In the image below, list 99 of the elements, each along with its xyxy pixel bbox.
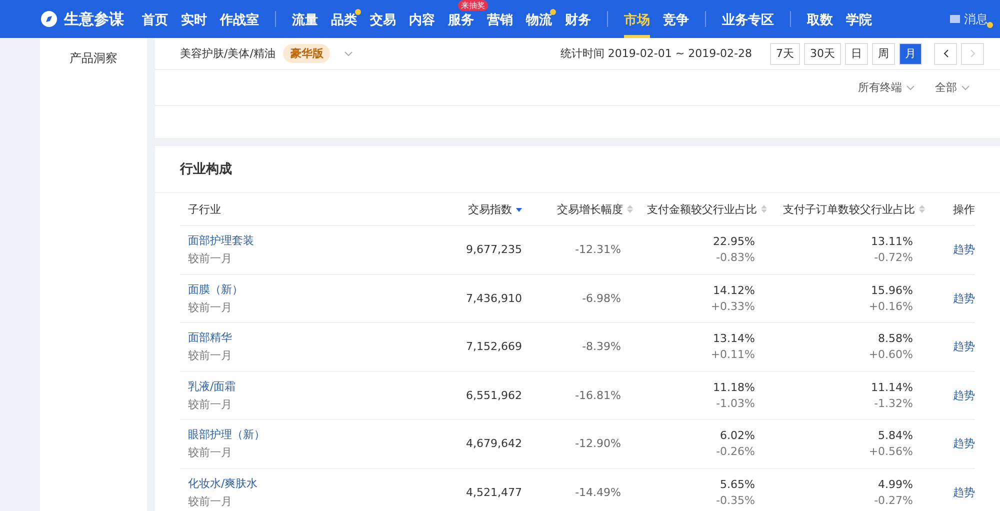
nav-item[interactable]: 营销 — [487, 12, 513, 38]
nav-item[interactable]: 作战室 — [220, 12, 259, 38]
compare-label: 较前一月 — [188, 445, 232, 460]
edition-badge: 豪华版 — [283, 44, 330, 63]
nav-item[interactable]: 品类 — [331, 12, 357, 38]
table-cell: -8.39% — [582, 340, 621, 354]
table-cell: -6.98% — [582, 292, 621, 305]
sidebar-item[interactable]: 产品洞察 — [70, 50, 118, 67]
table-cell: -0.72% — [874, 251, 913, 264]
column-header: 操作 — [952, 202, 975, 216]
table-cell: +0.60% — [868, 348, 913, 362]
nav-item[interactable]: 内容 — [409, 12, 435, 38]
table-cell: 7,152,669 — [466, 340, 522, 354]
trend-link[interactable]: 趋势 — [925, 484, 975, 500]
table-cell: 9,677,235 — [466, 243, 522, 256]
period-button[interactable]: 月 — [899, 42, 922, 64]
subindustry-link[interactable]: 面部护理套装 — [188, 233, 254, 248]
table-cell: 4.99% — [878, 478, 913, 491]
table-cell: -12.90% — [575, 437, 621, 450]
table-cell: -0.26% — [716, 445, 755, 458]
table-cell: 11.18% — [713, 380, 755, 394]
promo-badge: 来抽奖 — [458, 0, 488, 11]
period-button[interactable]: 周 — [872, 42, 895, 64]
table-cell: 11.14% — [871, 380, 913, 394]
dropdown-icon[interactable] — [344, 50, 354, 56]
previous-button[interactable] — [934, 42, 957, 64]
nav-item[interactable]: 流量 — [292, 12, 318, 38]
trend-link[interactable]: 趋势 — [925, 339, 975, 354]
table-cell: +0.56% — [868, 445, 913, 458]
chevron-left-icon — [942, 49, 948, 58]
trend-link[interactable]: 趋势 — [925, 388, 975, 403]
column-header[interactable]: 支付子订单数较父行业占比 — [767, 202, 925, 216]
column-header[interactable]: 交易增长幅度 — [522, 202, 633, 216]
table-cell: -12.31% — [575, 243, 621, 256]
table-cell: -0.35% — [716, 494, 755, 507]
brand-name[interactable]: 生意参谋 — [64, 10, 124, 28]
nav-item[interactable]: 交易 — [370, 12, 396, 38]
compass-icon — [40, 10, 58, 28]
subindustry-link[interactable]: 化妆水/爽肤水 — [188, 476, 258, 491]
trend-link[interactable]: 趋势 — [925, 242, 975, 258]
column-header: 子行业 — [188, 202, 222, 216]
table-cell: 14.12% — [713, 284, 755, 297]
compare-label: 较前一月 — [188, 396, 232, 412]
trend-link[interactable]: 趋势 — [925, 436, 975, 452]
nav-item[interactable]: 财务 — [565, 12, 591, 38]
table-cell: +0.16% — [868, 300, 913, 313]
compare-label: 较前一月 — [188, 251, 232, 266]
category-path: 美容护肤/美体/精油 — [180, 46, 276, 61]
sort-icon[interactable] — [516, 205, 522, 213]
table-cell: 15.96% — [871, 284, 913, 297]
table-cell: 22.95% — [713, 235, 755, 248]
table-cell: -0.27% — [874, 494, 913, 507]
trend-link[interactable]: 趋势 — [925, 290, 975, 306]
period-button[interactable]: 30天 — [804, 42, 841, 64]
table-cell: 7,436,910 — [466, 292, 522, 305]
table-cell: -1.32% — [874, 396, 913, 410]
subindustry-link[interactable]: 眼部护理（新） — [188, 427, 265, 442]
table-cell: -0.83% — [716, 251, 755, 264]
compare-label: 较前一月 — [188, 300, 232, 315]
column-header[interactable]: 交易指数 — [418, 202, 522, 216]
nav-item[interactable]: 取数 — [807, 12, 833, 38]
compare-label: 较前一月 — [188, 348, 232, 364]
nav-item[interactable]: 竞争 — [663, 12, 689, 38]
nav-item[interactable]: 学院 — [846, 12, 872, 38]
nav-item[interactable]: 物流 — [526, 12, 552, 38]
subindustry-link[interactable]: 乳液/面霜 — [188, 378, 236, 394]
compare-label: 较前一月 — [188, 494, 232, 509]
section-title: 行业构成 — [155, 146, 1000, 193]
filter-dropdown[interactable]: 全部 — [935, 80, 970, 95]
table-cell: 5.84% — [878, 429, 913, 442]
table-cell: +0.11% — [710, 348, 755, 362]
table-cell: 5.65% — [720, 478, 755, 491]
column-header[interactable]: 支付金额较父行业占比 — [633, 202, 767, 216]
envelope-icon — [950, 15, 960, 23]
table-cell: +0.33% — [710, 300, 755, 313]
table-cell: 6,551,962 — [466, 388, 522, 402]
messages-link[interactable]: 消息 — [950, 10, 988, 28]
chevron-right-icon — [970, 49, 976, 58]
nav-item[interactable]: 首页 — [142, 12, 168, 38]
nav-item[interactable]: 实时 — [181, 12, 207, 38]
chevron-down-icon — [906, 84, 915, 90]
table-cell: -1.03% — [716, 396, 755, 410]
filter-dropdown[interactable]: 所有终端 — [858, 80, 915, 95]
table-cell: 6.02% — [720, 429, 755, 442]
subindustry-link[interactable]: 面部精华 — [188, 330, 232, 346]
table-cell: -16.81% — [575, 388, 621, 402]
table-cell: -14.49% — [575, 486, 621, 499]
subindustry-link[interactable]: 面膜（新） — [188, 282, 243, 297]
period-button[interactable]: 日 — [845, 42, 868, 64]
chevron-down-icon — [961, 84, 970, 90]
period-label: 统计时间 2019-02-01 ~ 2019-02-28 — [560, 46, 752, 61]
period-button[interactable]: 7天 — [770, 42, 800, 64]
table-cell: 13.11% — [871, 235, 913, 248]
nav-item[interactable]: 服务 — [448, 12, 474, 38]
table-cell: 13.14% — [713, 332, 755, 346]
table-cell: 4,679,642 — [466, 437, 522, 450]
table-cell: 8.58% — [878, 332, 913, 346]
nav-item[interactable]: 业务专区 — [722, 12, 774, 38]
table-cell: 4,521,477 — [466, 486, 522, 499]
